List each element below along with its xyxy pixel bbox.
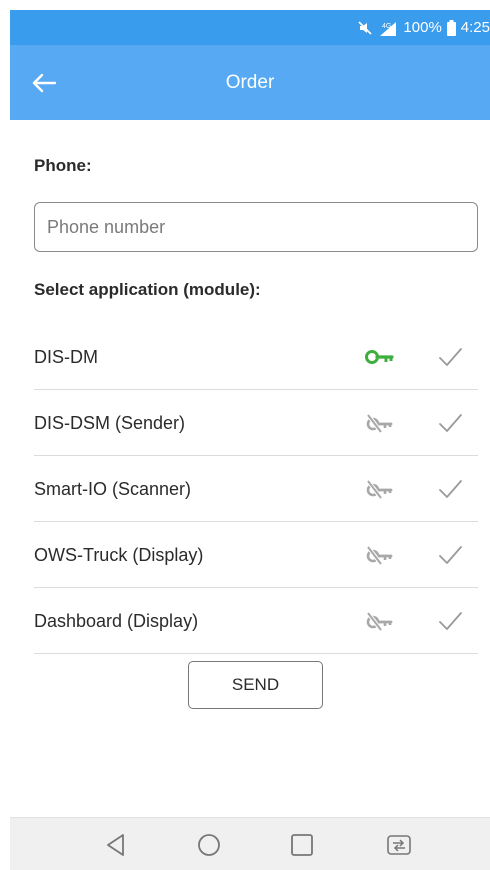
phone-input[interactable] <box>34 202 478 252</box>
send-button[interactable]: SEND <box>188 661 323 709</box>
back-button[interactable] <box>24 63 64 103</box>
nav-home-button[interactable] <box>192 828 226 862</box>
mute-icon <box>357 20 373 36</box>
page-title: Order <box>225 72 275 93</box>
module-item-ows-truck[interactable]: OWS-Truck (Display) <box>34 522 478 588</box>
battery-percent: 100% <box>403 19 442 36</box>
key-off-icon <box>366 413 393 434</box>
key-off-icon <box>366 611 393 632</box>
key-icon <box>365 350 394 364</box>
module-item-smart-io[interactable]: Smart-IO (Scanner) <box>34 456 478 522</box>
nav-switch-button[interactable] <box>382 828 416 862</box>
checkmark-icon[interactable] <box>436 542 464 568</box>
status-bar: 4G 100% 4:25 <box>10 10 490 45</box>
network-type: 4G <box>382 23 391 30</box>
app-bar: Order <box>10 45 490 120</box>
checkmark-icon[interactable] <box>436 344 464 370</box>
checkmark-icon[interactable] <box>436 608 464 634</box>
module-item-dis-dm[interactable]: DIS-DM <box>34 324 478 390</box>
order-form: Phone: Select application (module): DIS-… <box>10 120 490 817</box>
arrow-left-icon <box>32 73 57 93</box>
module-name: DIS-DSM (Sender) <box>34 413 186 433</box>
module-list: DIS-DM DIS-DSM (Sender) Smart-IO (Scanne… <box>34 324 478 654</box>
checkmark-icon[interactable] <box>436 476 464 502</box>
module-item-dis-dsm[interactable]: DIS-DSM (Sender) <box>34 390 478 456</box>
battery-icon <box>446 19 456 36</box>
checkmark-icon[interactable] <box>436 410 464 436</box>
nav-back-button[interactable] <box>99 828 133 862</box>
recents-square-icon <box>291 834 313 856</box>
navigation-bar <box>10 817 490 870</box>
status-icons: 4G 100% 4:25 <box>357 10 490 45</box>
module-name: DIS-DM <box>34 347 98 367</box>
key-off-icon <box>366 479 393 500</box>
module-name: OWS-Truck (Display) <box>34 545 204 565</box>
key-off-icon <box>366 545 393 566</box>
clock: 4:25 <box>460 19 490 36</box>
module-name: Dashboard (Display) <box>34 611 199 631</box>
signal-icon: 4G <box>378 19 398 37</box>
switch-icon <box>387 835 411 855</box>
module-name: Smart-IO (Scanner) <box>34 479 192 499</box>
module-item-dashboard[interactable]: Dashboard (Display) <box>34 588 478 654</box>
select-module-label: Select application (module): <box>34 280 261 299</box>
phone-screen: 4G 100% 4:25 Order Phone: Select applica <box>10 10 490 870</box>
nav-recents-button[interactable] <box>285 828 319 862</box>
home-circle-icon <box>198 834 220 856</box>
phone-label: Phone: <box>34 156 92 175</box>
back-triangle-icon <box>107 834 124 856</box>
